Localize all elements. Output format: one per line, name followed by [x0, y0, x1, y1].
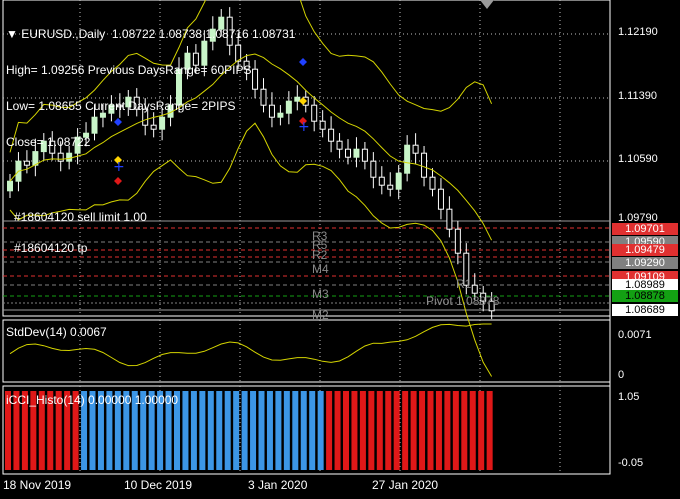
bull-candle [395, 172, 402, 190]
cci-histogram-bar [368, 391, 375, 470]
cci-histogram-bar [300, 391, 307, 470]
pivot-m2-label: M2 [312, 308, 329, 322]
bear-candle [328, 128, 335, 142]
cci-histogram-bar [452, 391, 459, 470]
cci-histogram-bar [486, 391, 493, 470]
cci-histogram-bar [182, 391, 189, 470]
sell-limit-order-label[interactable]: #18604120 sell limit 1.00 [14, 210, 147, 224]
price-tick: 1.10590 [618, 153, 658, 165]
price-label-bid: 1.08689 [612, 304, 678, 316]
stddev-tick-bottom: 0 [618, 369, 625, 381]
stddev-label: StdDev(14) 0.0067 [6, 325, 107, 339]
bear-candle [421, 152, 428, 178]
cci-histogram-bar [275, 391, 282, 470]
cci-histogram-bar [393, 391, 400, 470]
bear-candle [345, 148, 351, 158]
price-label-grey: 1.09290 [612, 257, 678, 269]
cci-histogram-bar [402, 391, 409, 470]
cci-tick-bottom: -0.05 [618, 457, 644, 469]
bear-candle [311, 104, 318, 122]
date-label: 27 Jan 2020 [372, 478, 439, 492]
cci-histogram-bar [241, 391, 248, 470]
price-label-pivot: 1.08878 [612, 290, 678, 302]
bear-candle [370, 160, 377, 178]
cci-histogram-bar [444, 391, 451, 470]
cci-histogram-bar [326, 391, 333, 470]
cci-histogram-bar [351, 391, 358, 470]
cci-histogram-bar [216, 391, 223, 470]
pivot-r1-label: R1 [456, 277, 472, 291]
bear-candle [446, 208, 453, 230]
cci-histogram-bar [469, 391, 476, 470]
symbol-ohlc: EURUSD.,Daily 1.08722 1.08738 1.08716 1.… [21, 27, 296, 41]
cci-histogram-bar [317, 391, 324, 470]
bear-candle [319, 120, 326, 130]
bull-candle [7, 180, 13, 192]
signal-diamond-icon [299, 58, 307, 66]
pivot-label: Pivot 1.08878 [426, 294, 500, 308]
cci-histogram-bar [283, 391, 290, 470]
cci-histogram-bar [419, 391, 426, 470]
bear-candle [412, 144, 419, 154]
pivot-r2-label: R2 [312, 248, 328, 262]
date-label: 18 Nov 2019 [3, 478, 72, 492]
price-tick: 1.11390 [618, 90, 657, 102]
bull-candle [404, 144, 411, 174]
cci-histogram-bar [435, 391, 442, 470]
pivot-m4-label: M4 [312, 262, 329, 276]
cci-histogram-bar [410, 391, 417, 470]
bear-candle [361, 148, 368, 162]
cci-histogram-bar [427, 391, 434, 470]
cross-marker-icon: + [298, 119, 310, 135]
cci-histogram-bar [266, 391, 273, 470]
cci-histogram-bar [309, 391, 316, 470]
collapse-arrow-icon[interactable]: ▼ [6, 27, 18, 41]
bear-candle [387, 184, 394, 190]
bull-candle [294, 96, 301, 102]
cci-histogram-bar [224, 391, 231, 470]
bear-candle [454, 228, 461, 254]
pivot-m3-label: M3 [312, 287, 329, 301]
bear-candle [336, 140, 343, 150]
close-info: Close= 1.08722 [6, 135, 91, 149]
cci-label: iCCI_Histo(14) 0.00000 1.00000 [6, 393, 179, 407]
date-label: 3 Jan 2020 [248, 478, 308, 492]
bear-candle [437, 188, 444, 210]
shift-end-marker [480, 0, 494, 9]
cci-histogram-bar [250, 391, 257, 470]
take-profit-label[interactable]: #18604120 tp [14, 241, 87, 255]
signal-diamond-icon [114, 177, 122, 185]
date-label: 10 Dec 2019 [124, 478, 193, 492]
bear-candle [471, 284, 478, 294]
cci-histogram-bar [207, 391, 214, 470]
cci-histogram-bar [233, 391, 240, 470]
trading-chart-window: + + ▼ EURUSD.,Daily 1.08722 1.08738 1.087… [0, 0, 680, 499]
low-info: Low= 1.08655 Current DaysRange= 2PIPS [6, 99, 236, 113]
bear-candle [378, 176, 385, 186]
price-label-red: 1.09479 [612, 244, 678, 256]
bull-candle [353, 148, 360, 158]
bear-candle [429, 176, 436, 190]
stddev-tick-top: 0.0071 [618, 329, 652, 341]
cci-histogram-bar [199, 391, 206, 470]
cci-histogram-bar [359, 391, 366, 470]
symbol-info: ▼ EURUSD.,Daily 1.08722 1.08738 1.08716 … [6, 4, 295, 172]
cci-histogram-bar [385, 391, 392, 470]
cci-histogram-bar [343, 391, 349, 470]
cci-histogram-bar [190, 391, 197, 470]
price-tick: 1.12190 [618, 26, 658, 38]
cci-histogram-bar [334, 391, 341, 470]
cci-tick-top: 1.05 [618, 391, 640, 403]
cci-histogram-bar [478, 391, 485, 470]
high-info: High= 1.09256 Previous DaysRange= 60PIPS [6, 63, 252, 77]
cci-histogram-bar [376, 391, 383, 470]
cci-histogram-bar [461, 391, 468, 470]
cci-histogram-bar [292, 391, 299, 470]
cci-histogram-bar [258, 391, 265, 470]
price-label-red: 1.09701 [612, 223, 678, 235]
